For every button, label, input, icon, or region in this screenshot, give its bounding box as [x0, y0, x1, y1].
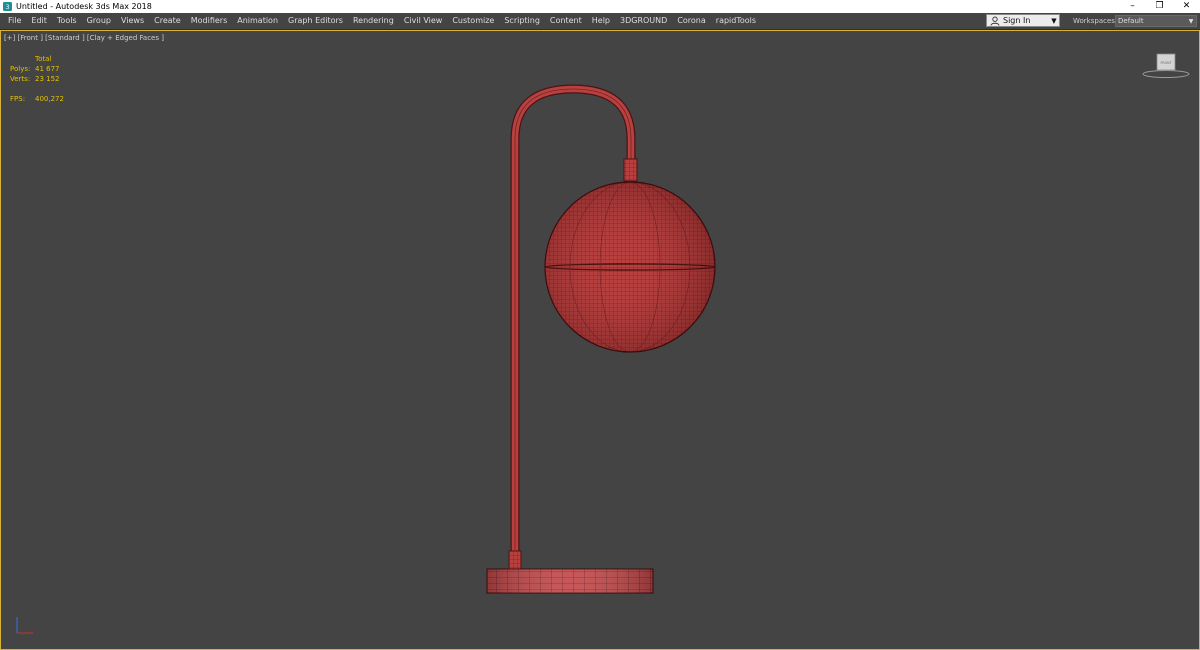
front-viewport[interactable]: [+] [Front ] [Standard ] [Clay + Edged F… — [0, 30, 1200, 650]
workspaces-value: Default — [1118, 17, 1144, 25]
workspaces-label: Workspaces: — [1073, 17, 1118, 25]
menu-bar: File Edit Tools Group Views Create Modif… — [0, 13, 1200, 30]
polys-label: Polys: — [10, 65, 31, 73]
sign-in-label: Sign In — [1003, 16, 1031, 25]
axis-gizmo-icon — [16, 617, 33, 634]
menu-views[interactable]: Views — [116, 13, 149, 29]
menu-animation[interactable]: Animation — [232, 13, 283, 29]
menu-modifiers[interactable]: Modifiers — [186, 13, 233, 29]
menu-edit[interactable]: Edit — [26, 13, 52, 29]
menu-file[interactable]: File — [3, 13, 26, 29]
verts-label: Verts: — [10, 75, 31, 83]
restore-button[interactable]: ❐ — [1146, 0, 1173, 13]
menu-rendering[interactable]: Rendering — [348, 13, 399, 29]
menu-3dground[interactable]: 3DGROUND — [615, 13, 672, 29]
window-title: Untitled - Autodesk 3ds Max 2018 — [16, 2, 152, 11]
viewcube-icon[interactable]: FRONT — [1141, 51, 1191, 81]
stats-header: Total — [35, 55, 52, 63]
close-button[interactable]: ✕ — [1173, 0, 1200, 13]
minimize-button[interactable]: – — [1119, 0, 1146, 13]
lamp-connector[interactable] — [623, 158, 638, 182]
title-bar: 3 Untitled - Autodesk 3ds Max 2018 – ❐ ✕ — [0, 0, 1200, 13]
lamp-globe[interactable] — [544, 181, 716, 353]
user-icon — [990, 16, 1000, 26]
menu-content[interactable]: Content — [545, 13, 587, 29]
app-window: 3 Untitled - Autodesk 3ds Max 2018 – ❐ ✕… — [0, 0, 1200, 650]
menu-corona[interactable]: Corona — [672, 13, 710, 29]
sign-in-dropdown[interactable]: Sign In ▼ — [986, 14, 1060, 27]
chevron-down-icon: ▼ — [1188, 17, 1194, 25]
menu-tools[interactable]: Tools — [52, 13, 82, 29]
menu-civil-view[interactable]: Civil View — [399, 13, 448, 29]
lamp-base[interactable] — [486, 568, 654, 594]
menu-customize[interactable]: Customize — [447, 13, 499, 29]
verts-value: 23 152 — [35, 75, 60, 83]
polys-value: 41 677 — [35, 65, 60, 73]
lamp-model[interactable] — [1, 31, 1199, 649]
menu-group[interactable]: Group — [82, 13, 116, 29]
menu-help[interactable]: Help — [587, 13, 615, 29]
chevron-down-icon: ▼ — [1051, 16, 1057, 25]
viewcube-face-label: FRONT — [1161, 61, 1172, 65]
workspaces-select[interactable]: Default ▼ — [1115, 15, 1197, 27]
menu-rapidtools[interactable]: rapidTools — [711, 13, 761, 29]
menu-scripting[interactable]: Scripting — [499, 13, 545, 29]
3ds-max-icon: 3 — [3, 2, 12, 11]
fps-value: 400,272 — [35, 95, 64, 103]
menu-graph-editors[interactable]: Graph Editors — [283, 13, 348, 29]
menu-items: File Edit Tools Group Views Create Modif… — [0, 13, 761, 29]
lamp-collar[interactable] — [508, 550, 522, 570]
menu-create[interactable]: Create — [149, 13, 186, 29]
window-controls: – ❐ ✕ — [1119, 0, 1200, 13]
svg-text:3: 3 — [5, 4, 9, 11]
viewport-label[interactable]: [+] [Front ] [Standard ] [Clay + Edged F… — [4, 34, 164, 42]
statistics-overlay: Total Polys: 41 677 Verts: 23 152 FPS: 400,… — [10, 54, 75, 104]
fps-label: FPS: — [10, 95, 26, 103]
